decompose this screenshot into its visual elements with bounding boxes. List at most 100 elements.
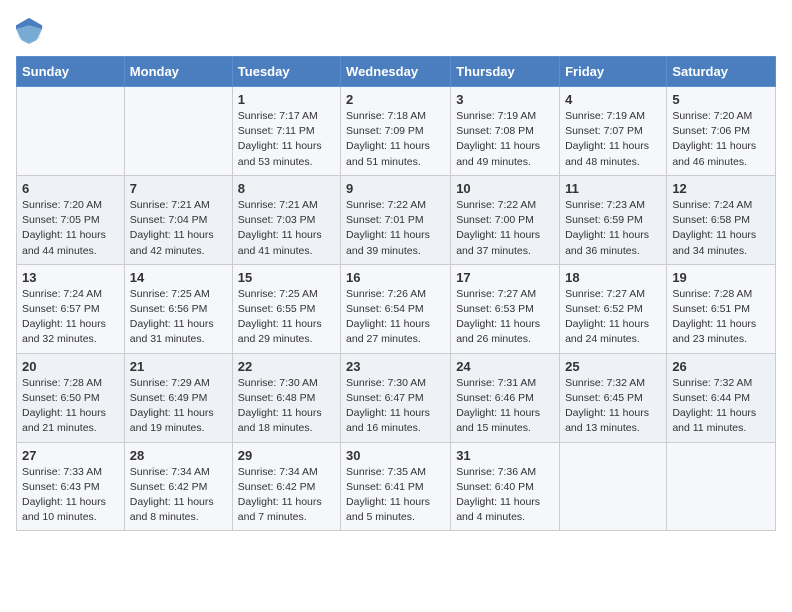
day-number: 18 bbox=[565, 270, 661, 285]
day-info: Sunrise: 7:25 AM Sunset: 6:55 PM Dayligh… bbox=[238, 287, 335, 348]
day-number: 14 bbox=[130, 270, 227, 285]
day-info: Sunrise: 7:28 AM Sunset: 6:51 PM Dayligh… bbox=[672, 287, 770, 348]
calendar-cell bbox=[667, 442, 776, 531]
calendar-cell: 20 Sunrise: 7:28 AM Sunset: 6:50 PM Dayli… bbox=[17, 353, 125, 442]
calendar-cell: 31 Sunrise: 7:36 AM Sunset: 6:40 PM Dayli… bbox=[451, 442, 560, 531]
day-number: 21 bbox=[130, 359, 227, 374]
day-info: Sunrise: 7:33 AM Sunset: 6:43 PM Dayligh… bbox=[22, 465, 119, 526]
day-info: Sunrise: 7:23 AM Sunset: 6:59 PM Dayligh… bbox=[565, 198, 661, 259]
day-info: Sunrise: 7:31 AM Sunset: 6:46 PM Dayligh… bbox=[456, 376, 554, 437]
day-info: Sunrise: 7:26 AM Sunset: 6:54 PM Dayligh… bbox=[346, 287, 445, 348]
calendar-cell: 10 Sunrise: 7:22 AM Sunset: 7:00 PM Dayli… bbox=[451, 175, 560, 264]
day-number: 27 bbox=[22, 448, 119, 463]
week-row-4: 20 Sunrise: 7:28 AM Sunset: 6:50 PM Dayli… bbox=[17, 353, 776, 442]
day-info: Sunrise: 7:19 AM Sunset: 7:07 PM Dayligh… bbox=[565, 109, 661, 170]
day-number: 26 bbox=[672, 359, 770, 374]
calendar-cell: 27 Sunrise: 7:33 AM Sunset: 6:43 PM Dayli… bbox=[17, 442, 125, 531]
day-number: 4 bbox=[565, 92, 661, 107]
calendar-cell: 3 Sunrise: 7:19 AM Sunset: 7:08 PM Daylig… bbox=[451, 87, 560, 176]
day-number: 12 bbox=[672, 181, 770, 196]
day-number: 30 bbox=[346, 448, 445, 463]
day-number: 6 bbox=[22, 181, 119, 196]
calendar-cell: 24Sunrise: 7:31 AM Sunset: 6:46 PM Dayli… bbox=[451, 353, 560, 442]
calendar-cell: 25Sunrise: 7:32 AM Sunset: 6:45 PM Dayli… bbox=[560, 353, 667, 442]
calendar-cell: 16 Sunrise: 7:26 AM Sunset: 6:54 PM Dayli… bbox=[341, 264, 451, 353]
calendar-cell: 19 Sunrise: 7:28 AM Sunset: 6:51 PM Dayli… bbox=[667, 264, 776, 353]
calendar-cell bbox=[124, 87, 232, 176]
day-info: Sunrise: 7:35 AM Sunset: 6:41 PM Dayligh… bbox=[346, 465, 445, 526]
day-number: 2 bbox=[346, 92, 445, 107]
week-row-2: 6 Sunrise: 7:20 AM Sunset: 7:05 PM Daylig… bbox=[17, 175, 776, 264]
day-number: 16 bbox=[346, 270, 445, 285]
day-number: 17 bbox=[456, 270, 554, 285]
day-info: Sunrise: 7:30 AM Sunset: 6:48 PM Dayligh… bbox=[238, 376, 335, 437]
day-info: Sunrise: 7:22 AM Sunset: 7:01 PM Dayligh… bbox=[346, 198, 445, 259]
calendar-cell: 30 Sunrise: 7:35 AM Sunset: 6:41 PM Dayli… bbox=[341, 442, 451, 531]
day-number: 9 bbox=[346, 181, 445, 196]
day-number: 13 bbox=[22, 270, 119, 285]
day-number: 31 bbox=[456, 448, 554, 463]
logo bbox=[16, 16, 48, 44]
day-number: 7 bbox=[130, 181, 227, 196]
calendar-cell: 29Sunrise: 7:34 AM Sunset: 6:42 PM Dayli… bbox=[232, 442, 340, 531]
calendar-cell: 4 Sunrise: 7:19 AM Sunset: 7:07 PM Daylig… bbox=[560, 87, 667, 176]
logo-icon bbox=[16, 16, 44, 44]
day-info: Sunrise: 7:30 AM Sunset: 6:47 PM Dayligh… bbox=[346, 376, 445, 437]
calendar-cell: 11 Sunrise: 7:23 AM Sunset: 6:59 PM Dayli… bbox=[560, 175, 667, 264]
header-saturday: Saturday bbox=[667, 57, 776, 87]
day-number: 20 bbox=[22, 359, 119, 374]
day-number: 19 bbox=[672, 270, 770, 285]
day-number: 23 bbox=[346, 359, 445, 374]
calendar-cell: 8Sunrise: 7:21 AM Sunset: 7:03 PM Daylig… bbox=[232, 175, 340, 264]
calendar-cell: 15 Sunrise: 7:25 AM Sunset: 6:55 PM Dayli… bbox=[232, 264, 340, 353]
calendar-cell: 12 Sunrise: 7:24 AM Sunset: 6:58 PM Dayli… bbox=[667, 175, 776, 264]
day-info: Sunrise: 7:29 AM Sunset: 6:49 PM Dayligh… bbox=[130, 376, 227, 437]
day-info: Sunrise: 7:36 AM Sunset: 6:40 PM Dayligh… bbox=[456, 465, 554, 526]
day-info: Sunrise: 7:34 AM Sunset: 6:42 PM Dayligh… bbox=[130, 465, 227, 526]
calendar-cell: 18 Sunrise: 7:27 AM Sunset: 6:52 PM Dayli… bbox=[560, 264, 667, 353]
day-info: Sunrise: 7:21 AM Sunset: 7:04 PM Dayligh… bbox=[130, 198, 227, 259]
calendar-table: SundayMondayTuesdayWednesdayThursdayFrid… bbox=[16, 56, 776, 531]
day-info: Sunrise: 7:32 AM Sunset: 6:44 PM Dayligh… bbox=[672, 376, 770, 437]
day-info: Sunrise: 7:18 AM Sunset: 7:09 PM Dayligh… bbox=[346, 109, 445, 170]
day-info: Sunrise: 7:27 AM Sunset: 6:53 PM Dayligh… bbox=[456, 287, 554, 348]
day-info: Sunrise: 7:20 AM Sunset: 7:05 PM Dayligh… bbox=[22, 198, 119, 259]
day-number: 8 bbox=[238, 181, 335, 196]
week-row-1: 1 Sunrise: 7:17 AM Sunset: 7:11 PM Daylig… bbox=[17, 87, 776, 176]
day-number: 22 bbox=[238, 359, 335, 374]
day-info: Sunrise: 7:19 AM Sunset: 7:08 PM Dayligh… bbox=[456, 109, 554, 170]
calendar-cell: 7 Sunrise: 7:21 AM Sunset: 7:04 PM Daylig… bbox=[124, 175, 232, 264]
day-number: 15 bbox=[238, 270, 335, 285]
day-info: Sunrise: 7:17 AM Sunset: 7:11 PM Dayligh… bbox=[238, 109, 335, 170]
calendar-cell: 14 Sunrise: 7:25 AM Sunset: 6:56 PM Dayli… bbox=[124, 264, 232, 353]
day-info: Sunrise: 7:28 AM Sunset: 6:50 PM Dayligh… bbox=[22, 376, 119, 437]
week-row-3: 13Sunrise: 7:24 AM Sunset: 6:57 PM Dayli… bbox=[17, 264, 776, 353]
calendar-cell: 9 Sunrise: 7:22 AM Sunset: 7:01 PM Daylig… bbox=[341, 175, 451, 264]
calendar-cell: 5Sunrise: 7:20 AM Sunset: 7:06 PM Daylig… bbox=[667, 87, 776, 176]
day-number: 10 bbox=[456, 181, 554, 196]
day-info: Sunrise: 7:27 AM Sunset: 6:52 PM Dayligh… bbox=[565, 287, 661, 348]
page-header bbox=[16, 16, 776, 44]
calendar-cell: 1 Sunrise: 7:17 AM Sunset: 7:11 PM Daylig… bbox=[232, 87, 340, 176]
header-sunday: Sunday bbox=[17, 57, 125, 87]
calendar-header-row: SundayMondayTuesdayWednesdayThursdayFrid… bbox=[17, 57, 776, 87]
day-info: Sunrise: 7:34 AM Sunset: 6:42 PM Dayligh… bbox=[238, 465, 335, 526]
day-number: 3 bbox=[456, 92, 554, 107]
week-row-5: 27 Sunrise: 7:33 AM Sunset: 6:43 PM Dayli… bbox=[17, 442, 776, 531]
day-info: Sunrise: 7:24 AM Sunset: 6:58 PM Dayligh… bbox=[672, 198, 770, 259]
calendar-cell: 2 Sunrise: 7:18 AM Sunset: 7:09 PM Daylig… bbox=[341, 87, 451, 176]
day-number: 1 bbox=[238, 92, 335, 107]
day-number: 28 bbox=[130, 448, 227, 463]
calendar-cell bbox=[560, 442, 667, 531]
day-number: 11 bbox=[565, 181, 661, 196]
day-info: Sunrise: 7:22 AM Sunset: 7:00 PM Dayligh… bbox=[456, 198, 554, 259]
day-info: Sunrise: 7:25 AM Sunset: 6:56 PM Dayligh… bbox=[130, 287, 227, 348]
header-wednesday: Wednesday bbox=[341, 57, 451, 87]
header-friday: Friday bbox=[560, 57, 667, 87]
calendar-cell: 6 Sunrise: 7:20 AM Sunset: 7:05 PM Daylig… bbox=[17, 175, 125, 264]
calendar-cell bbox=[17, 87, 125, 176]
calendar-cell: 23 Sunrise: 7:30 AM Sunset: 6:47 PM Dayli… bbox=[341, 353, 451, 442]
header-tuesday: Tuesday bbox=[232, 57, 340, 87]
calendar-cell: 21 Sunrise: 7:29 AM Sunset: 6:49 PM Dayli… bbox=[124, 353, 232, 442]
day-info: Sunrise: 7:32 AM Sunset: 6:45 PM Dayligh… bbox=[565, 376, 661, 437]
